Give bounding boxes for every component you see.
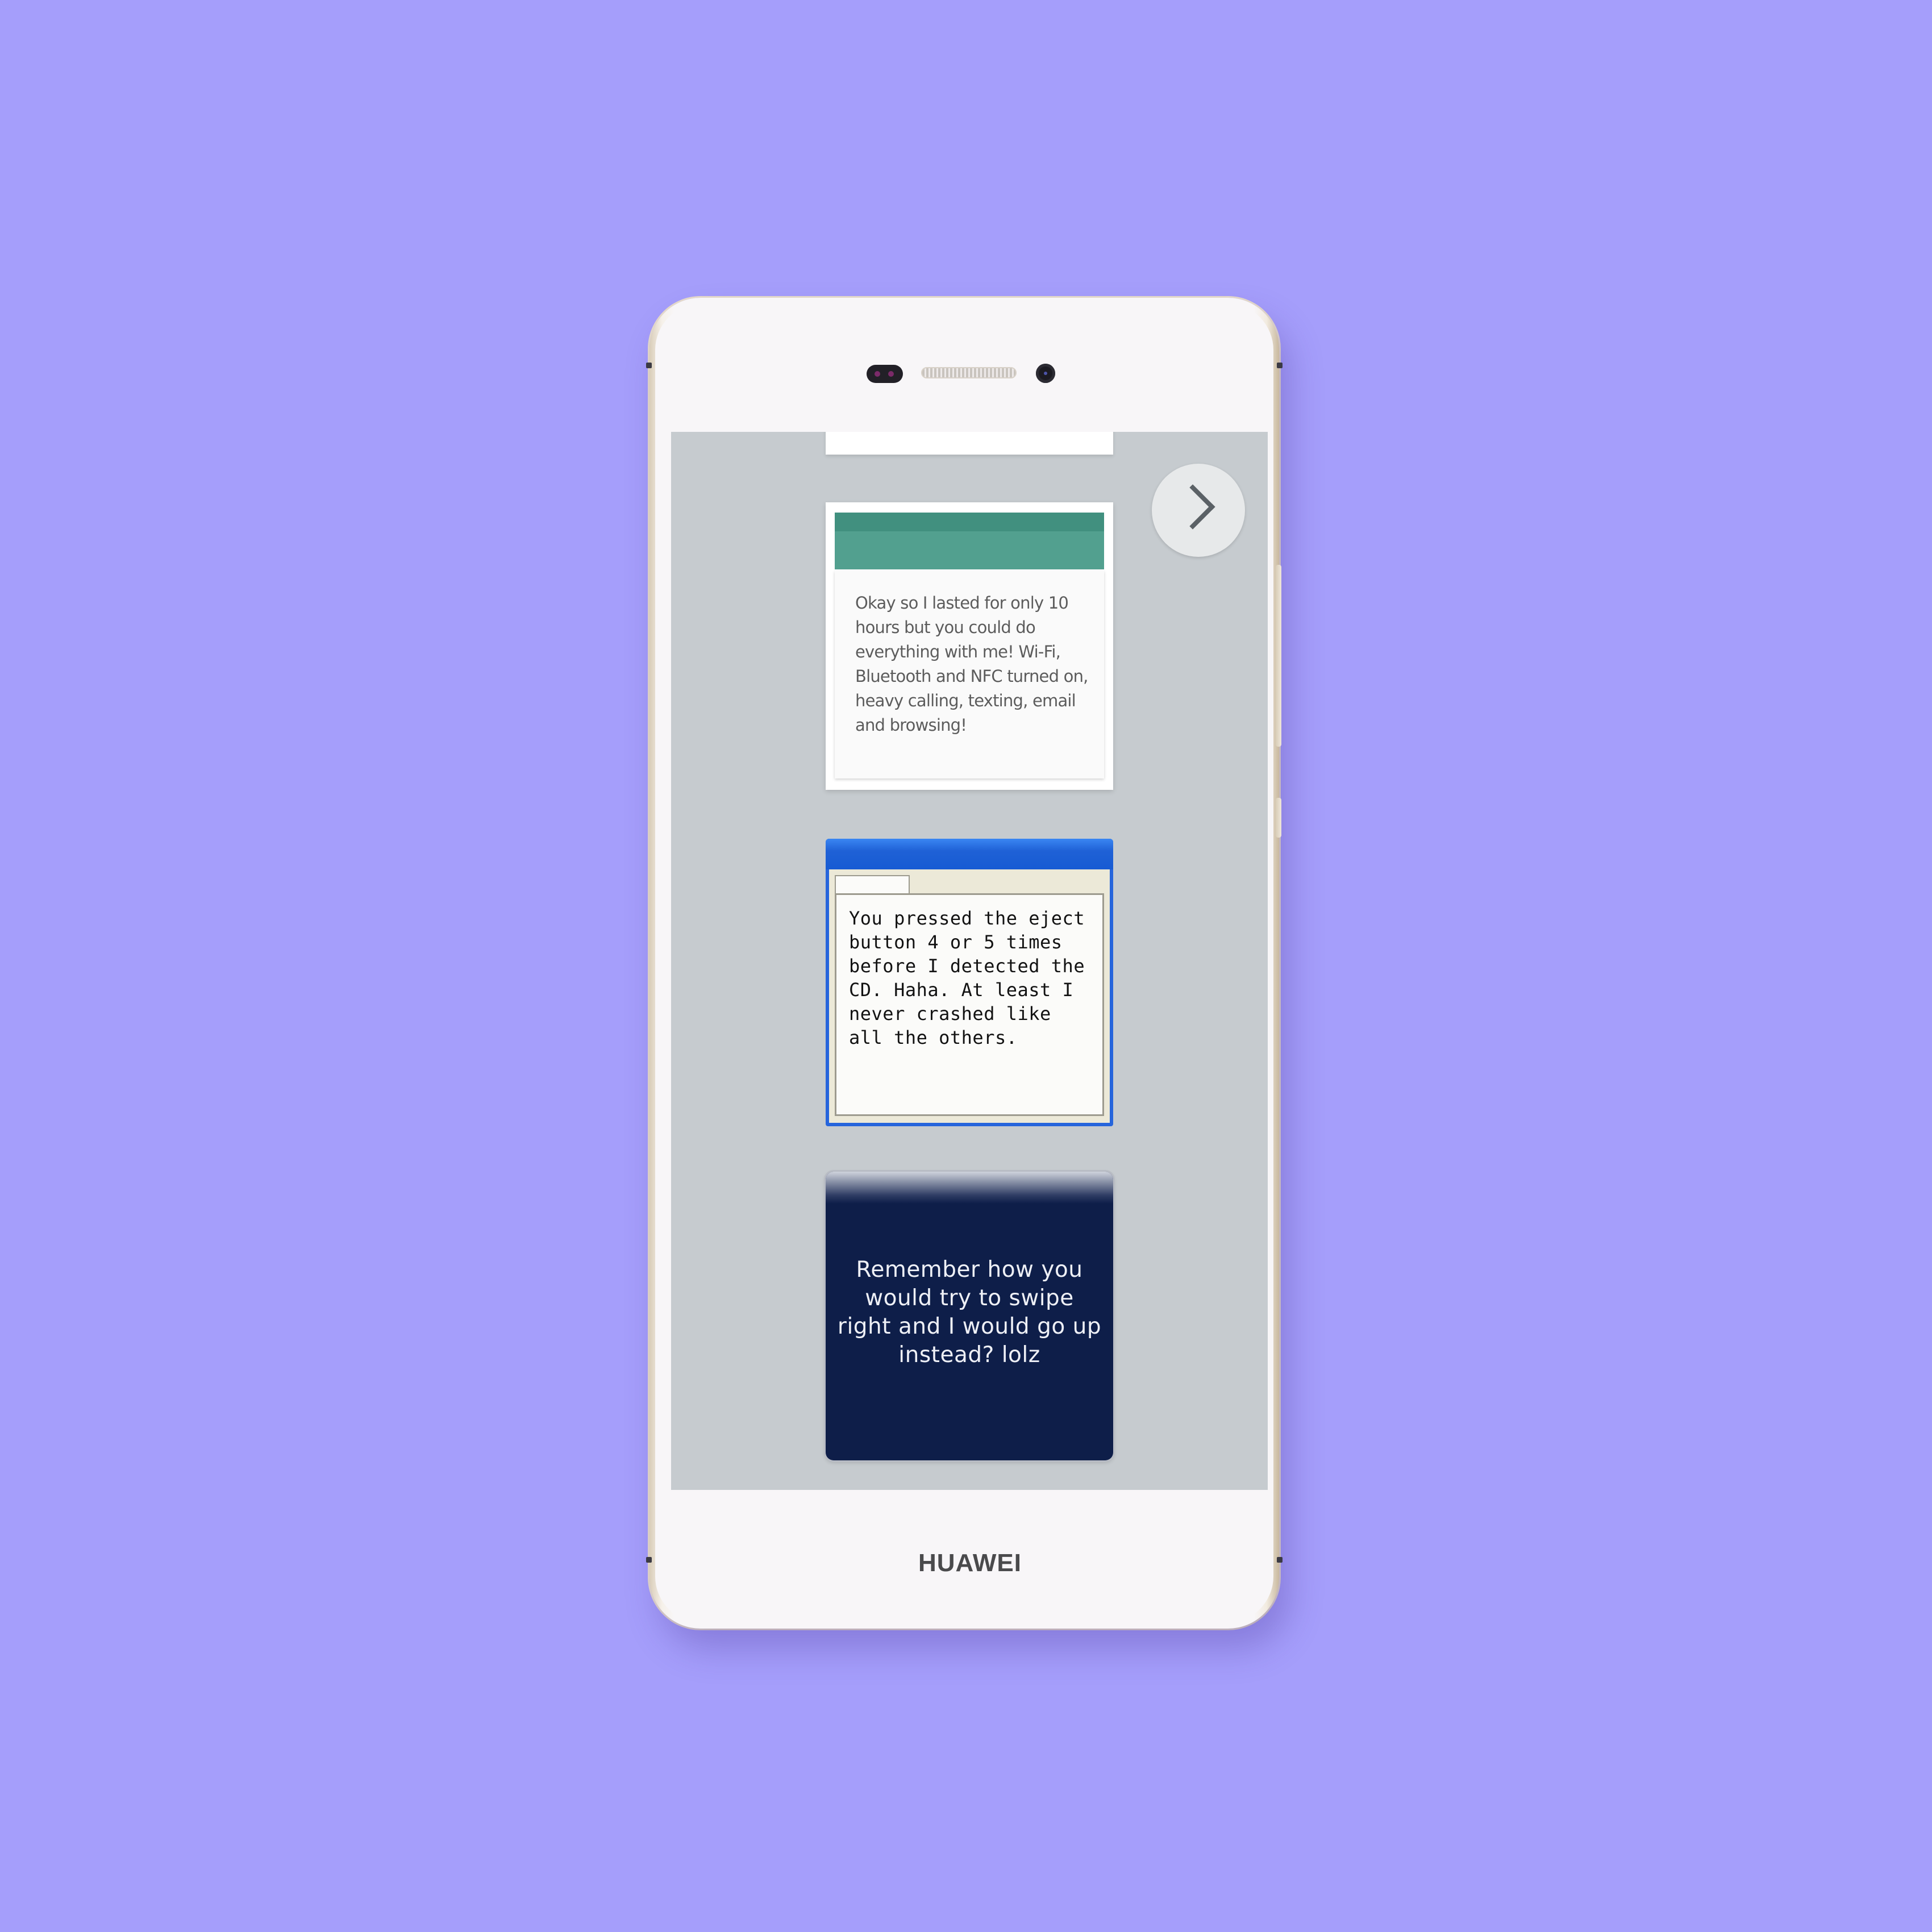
window-tab[interactable] xyxy=(835,875,910,896)
antenna-line xyxy=(646,1557,652,1563)
card-message: Okay so I lasted for only 10 hours but y… xyxy=(855,593,1088,735)
earpiece-speaker xyxy=(921,367,1017,378)
proximity-sensor xyxy=(867,365,903,383)
card-message: You pressed the eject button 4 or 5 time… xyxy=(849,907,1085,1048)
antenna-line xyxy=(646,363,652,368)
phone-mockup: Okay so I lasted for only 10 hours but y… xyxy=(646,298,1283,1629)
card-message: Remember how you would try to swipe righ… xyxy=(837,1257,1102,1368)
card-header xyxy=(835,513,1104,569)
brand-logo: HUAWEI xyxy=(918,1549,1022,1577)
window-titlebar xyxy=(826,839,1113,869)
card-body: Okay so I lasted for only 10 hours but y… xyxy=(835,571,1104,778)
ios-dark-card[interactable]: Remember how you would try to swipe righ… xyxy=(826,1172,1113,1460)
phone-screen[interactable]: Okay so I lasted for only 10 hours but y… xyxy=(671,432,1268,1490)
window-content: You pressed the eject button 4 or 5 time… xyxy=(829,869,1110,1123)
antenna-line xyxy=(1277,363,1283,368)
card-gloss xyxy=(826,1172,1113,1204)
next-button[interactable] xyxy=(1152,464,1245,557)
previous-card[interactable] xyxy=(826,432,1113,455)
android-card[interactable]: Okay so I lasted for only 10 hours but y… xyxy=(826,502,1113,790)
windows-xp-card[interactable]: You pressed the eject button 4 or 5 time… xyxy=(826,839,1113,1126)
front-camera xyxy=(1036,364,1055,383)
phone-front-panel: Okay so I lasted for only 10 hours but y… xyxy=(655,303,1273,1623)
tab-panel: You pressed the eject button 4 or 5 time… xyxy=(835,893,1104,1116)
power-button[interactable] xyxy=(1276,798,1281,838)
page-background: Okay so I lasted for only 10 hours but y… xyxy=(0,0,1932,1932)
volume-button[interactable] xyxy=(1276,565,1281,747)
